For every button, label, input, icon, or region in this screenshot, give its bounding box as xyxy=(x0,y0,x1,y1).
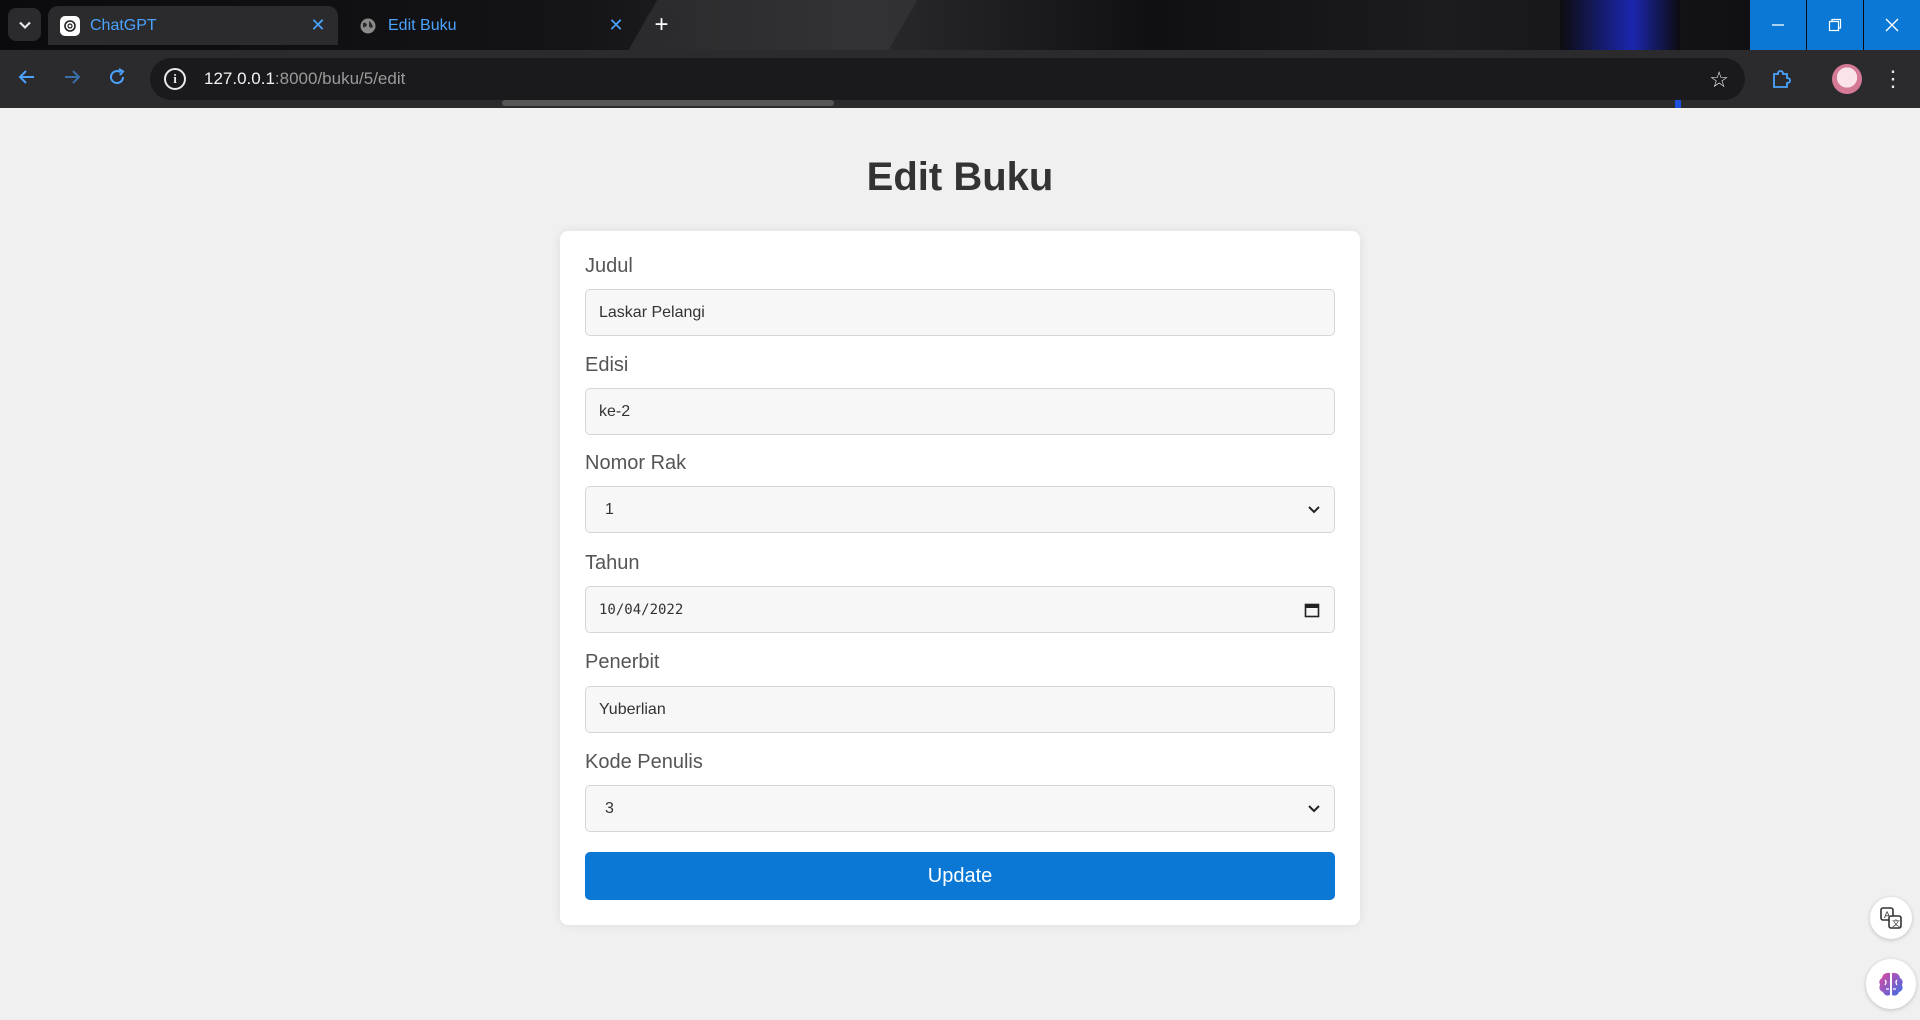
minimize-icon xyxy=(1772,24,1784,26)
puzzle-icon xyxy=(1773,70,1791,88)
judul-input[interactable]: Laskar Pelangi xyxy=(585,289,1335,336)
edisi-input[interactable]: ke-2 xyxy=(585,388,1335,435)
tab-edit-buku[interactable]: Edit Buku ✕ xyxy=(346,6,636,45)
calendar-icon[interactable] xyxy=(1304,602,1320,618)
penerbit-input[interactable]: Yuberlian xyxy=(585,686,1335,733)
nomor-rak-value: 1 xyxy=(605,500,614,518)
page-title: Edit Buku xyxy=(866,155,1054,199)
tab-label: ChatGPT xyxy=(90,16,157,34)
reload-icon xyxy=(110,68,125,85)
judul-label: Judul xyxy=(585,255,633,277)
brain-icon xyxy=(1879,972,1903,996)
profile-avatar[interactable] xyxy=(1832,64,1862,94)
restore-button[interactable] xyxy=(1807,0,1863,50)
penerbit-value: Yuberlian xyxy=(599,700,666,718)
svg-text:文: 文 xyxy=(1892,918,1900,928)
page-load-indicator xyxy=(1675,100,1681,108)
browser-toolbar: i 127.0.0.1:8000/buku/5/edit ☆ ⋮ xyxy=(0,50,1920,108)
url-host: 127.0.0.1 xyxy=(204,69,275,88)
penerbit-label: Penerbit xyxy=(585,651,660,673)
ai-assistant-button[interactable] xyxy=(1866,959,1916,1009)
close-window-button[interactable] xyxy=(1864,0,1920,50)
kode-penulis-label: Kode Penulis xyxy=(585,751,703,773)
new-tab-button[interactable]: + xyxy=(645,8,678,41)
edisi-value: ke-2 xyxy=(599,402,631,420)
kode-penulis-value: 3 xyxy=(605,799,614,817)
bookmark-star-icon[interactable]: ☆ xyxy=(1709,67,1729,93)
kode-penulis-select[interactable]: 3 xyxy=(585,785,1335,832)
translate-button[interactable]: A文 xyxy=(1870,897,1912,939)
extensions-button[interactable] xyxy=(1764,62,1798,96)
nomor-rak-label: Nomor Rak xyxy=(585,452,687,474)
tab-chatgpt[interactable]: ChatGPT ✕ xyxy=(48,6,338,45)
more-vertical-icon: ⋮ xyxy=(1882,66,1904,91)
plus-icon: + xyxy=(654,10,669,38)
nomor-rak-select[interactable]: 1 xyxy=(585,486,1335,533)
edisi-label: Edisi xyxy=(585,354,629,376)
close-tab-icon[interactable]: ✕ xyxy=(308,15,328,35)
update-button[interactable]: Update xyxy=(585,852,1335,900)
edit-book-form: Judul Laskar Pelangi Edisi ke-2 Nomor Ra… xyxy=(560,231,1360,925)
close-tab-icon[interactable]: ✕ xyxy=(606,15,626,35)
tab-label: Edit Buku xyxy=(388,16,457,34)
globe-icon xyxy=(358,16,378,36)
url-path: :8000/buku/5/edit xyxy=(274,69,406,88)
address-bar[interactable]: i 127.0.0.1:8000/buku/5/edit ☆ xyxy=(150,58,1745,100)
minimize-button[interactable] xyxy=(1750,0,1806,50)
restore-icon xyxy=(1828,18,1842,32)
arrow-left-icon xyxy=(18,70,34,84)
judul-value: Laskar Pelangi xyxy=(599,303,705,321)
chevron-down-icon xyxy=(1308,805,1320,813)
tahun-value: 10/04/2022 xyxy=(599,601,684,618)
tab-search-button[interactable] xyxy=(8,8,41,41)
chevron-down-icon xyxy=(1308,506,1320,514)
tahun-label: Tahun xyxy=(585,552,640,574)
arrow-right-icon xyxy=(65,70,81,84)
tab-strip-scroll-indicator xyxy=(502,100,834,106)
reload-button[interactable] xyxy=(99,59,135,95)
back-button[interactable] xyxy=(9,59,45,95)
chatgpt-icon xyxy=(60,15,80,36)
browser-menu-button[interactable]: ⋮ xyxy=(1876,62,1910,96)
site-info-icon[interactable]: i xyxy=(164,68,186,90)
close-icon xyxy=(1885,18,1899,32)
tahun-date-input[interactable]: 10/04/2022 xyxy=(585,586,1335,633)
translate-icon: A文 xyxy=(1880,907,1902,929)
wallpaper-glow xyxy=(1560,0,1680,57)
forward-button[interactable] xyxy=(54,59,90,95)
chevron-down-icon xyxy=(18,21,31,29)
